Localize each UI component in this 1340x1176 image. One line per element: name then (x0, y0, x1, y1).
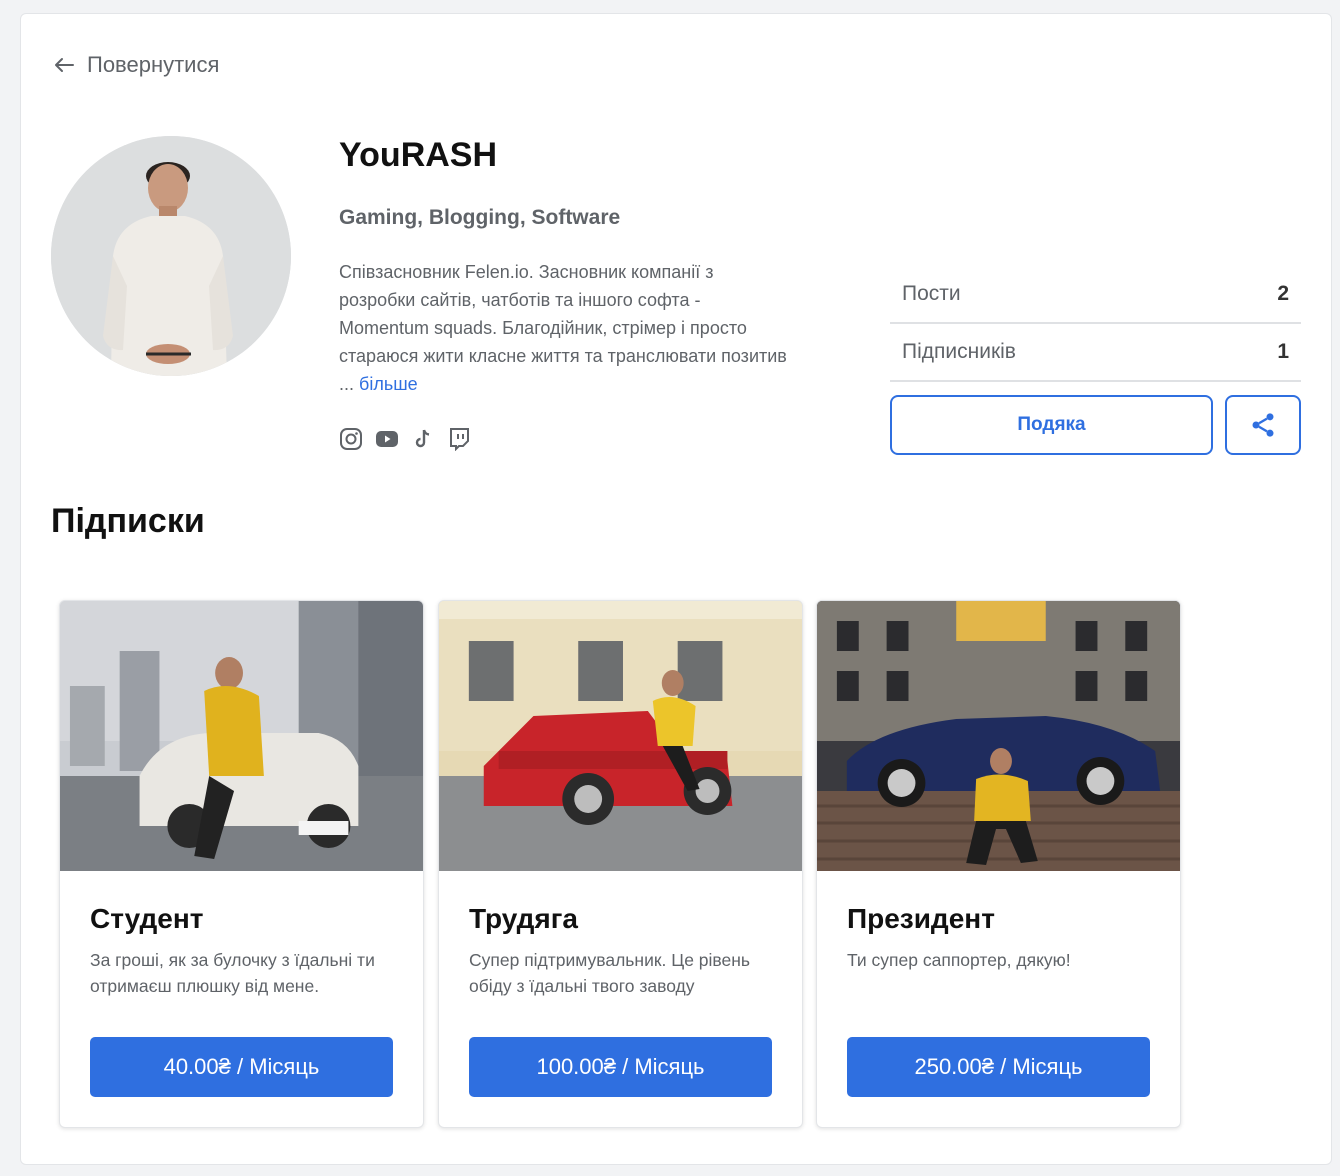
stat-posts: Пости 2 (890, 266, 1301, 324)
profile-bio: Співзасновник Felen.io. Засновник компан… (339, 258, 789, 398)
tier-image (817, 601, 1180, 871)
bio-more-link[interactable]: більше (359, 374, 418, 394)
tier-title: Президент (847, 903, 995, 934)
profile-categories: Gaming, Blogging, Software (339, 206, 621, 229)
stat-value: 2 (1277, 282, 1289, 305)
stat-label: Пости (902, 282, 961, 305)
tier-subscribe-button[interactable]: 40.00₴ / Місяць (90, 1037, 393, 1097)
share-icon (1252, 413, 1274, 437)
instagram-icon[interactable] (339, 427, 363, 451)
tier-description: Ти супер саппортер, дякую! (847, 950, 1071, 970)
stat-value: 1 (1277, 340, 1289, 363)
social-links (339, 427, 471, 451)
profile-stats: Пости 2 Підписників 1 (890, 266, 1301, 382)
tier-image (60, 601, 423, 871)
back-label: Повернутися (87, 52, 220, 77)
tier-subscribe-button[interactable]: 250.00₴ / Місяць (847, 1037, 1150, 1097)
stat-subscribers: Підписників 1 (890, 324, 1301, 382)
thanks-button[interactable]: Подяка (890, 395, 1213, 455)
back-link[interactable]: Повернутися (51, 52, 219, 78)
subscriptions-title: Підписки (51, 502, 205, 540)
tiktok-icon[interactable] (411, 427, 435, 451)
arrow-left-icon (55, 58, 74, 72)
tier-image (439, 601, 802, 871)
twitch-icon[interactable] (447, 427, 471, 451)
tier-subscribe-button[interactable]: 100.00₴ / Місяць (469, 1037, 772, 1097)
tier-card-student: Студент За гроші, як за булочку з їдальн… (59, 600, 424, 1128)
avatar (51, 136, 291, 376)
stat-label: Підписників (902, 340, 1016, 363)
tier-description: За гроші, як за булочку з їдальні ти отр… (90, 950, 375, 996)
profile-card: Повернутися YouRASH Gaming, Blogging, So… (20, 13, 1332, 1165)
youtube-icon[interactable] (375, 427, 399, 451)
tier-title: Трудяга (469, 903, 578, 934)
tier-card-worker: Трудяга Супер підтримувальник. Це рівень… (438, 600, 803, 1128)
tier-title: Студент (90, 903, 204, 934)
tier-description: Супер підтримувальник. Це рівень обіду з… (469, 950, 751, 996)
profile-name: YouRASH (339, 136, 498, 174)
tier-card-president: Президент Ти супер саппортер, дякую! 250… (816, 600, 1181, 1128)
share-button[interactable] (1225, 395, 1301, 455)
